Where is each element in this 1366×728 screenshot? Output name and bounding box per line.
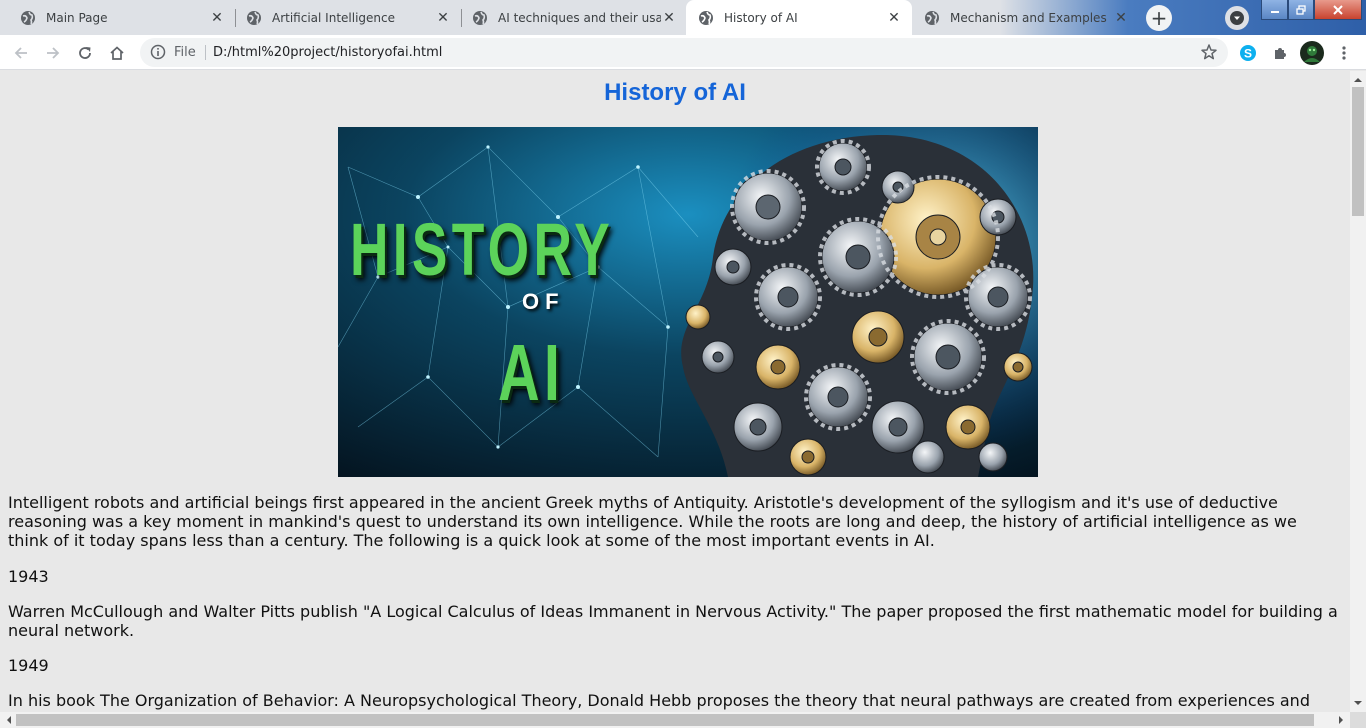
- kebab-menu-icon: [1342, 46, 1346, 60]
- tab-title: Mechanism and Examples: [950, 10, 1107, 25]
- scrollbar-corner: [1350, 712, 1366, 728]
- tab-main-page[interactable]: Main Page ✕: [0, 0, 235, 35]
- tab-history-of-ai[interactable]: History of AI ✕: [686, 0, 912, 35]
- browser-menu-button[interactable]: [1331, 40, 1357, 66]
- forward-button[interactable]: [40, 40, 66, 66]
- extensions-button[interactable]: [1267, 40, 1293, 66]
- event-year: 1943: [8, 567, 49, 586]
- url-text[interactable]: D:/html%20project/historyofai.html: [213, 45, 442, 60]
- scheme-label: File: [174, 45, 196, 60]
- vertical-scroll-thumb[interactable]: [1352, 87, 1364, 216]
- event-description: Warren McCullough and Walter Pitts publi…: [8, 602, 1338, 640]
- browser-toolbar: File D:/html%20project/historyofai.html …: [0, 35, 1366, 70]
- info-icon[interactable]: [150, 44, 166, 60]
- svg-text:S: S: [1244, 47, 1252, 61]
- close-icon[interactable]: ✕: [209, 10, 225, 26]
- globe-icon: [247, 10, 261, 25]
- banner-word-history: HISTORY: [350, 208, 615, 291]
- tab-title: AI techniques and their usage: [498, 10, 661, 25]
- chevron-down-icon: [1230, 11, 1244, 25]
- address-bar[interactable]: File D:/html%20project/historyofai.html: [140, 38, 1228, 67]
- close-icon[interactable]: ✕: [1113, 10, 1129, 26]
- skype-icon: S: [1240, 45, 1256, 61]
- globe-icon: [473, 10, 487, 25]
- new-tab-button[interactable]: +: [1146, 5, 1172, 31]
- forward-arrow-icon: [47, 47, 60, 59]
- event-description: In his book The Organization of Behavior…: [8, 691, 1310, 710]
- globe-icon: [21, 10, 35, 25]
- star-icon[interactable]: [1200, 43, 1218, 61]
- close-icon: [1333, 4, 1343, 15]
- minimize-icon: [1270, 10, 1279, 13]
- tab-title: Artificial Intelligence: [272, 10, 395, 25]
- maximize-button[interactable]: [1288, 0, 1314, 20]
- history-of-ai-banner-image: HISTORY OF AI: [338, 127, 1038, 477]
- banner-word-of: OF: [522, 289, 565, 314]
- home-icon: [110, 46, 124, 60]
- page-title: History of AI: [604, 79, 746, 106]
- reload-icon: [79, 47, 91, 59]
- event-year: 1949: [8, 656, 49, 675]
- scroll-right-arrow-icon[interactable]: [1334, 712, 1348, 728]
- intro-paragraph: Intelligent robots and artificial beings…: [8, 493, 1297, 550]
- banner-word-ai: AI: [498, 328, 565, 417]
- skype-extension[interactable]: S: [1235, 40, 1261, 66]
- close-icon[interactable]: ✕: [661, 10, 677, 26]
- tab-title: Main Page: [46, 10, 108, 25]
- address-divider: [205, 45, 206, 60]
- tab-strip: Main Page ✕ Artificial Intelligence ✕ AI…: [0, 0, 1366, 35]
- reload-button[interactable]: [72, 40, 98, 66]
- back-arrow-icon: [14, 47, 27, 59]
- extensions-puzzle-icon: [1275, 48, 1286, 59]
- scroll-up-arrow-icon[interactable]: [1350, 73, 1366, 87]
- tab-search-button[interactable]: [1225, 6, 1249, 30]
- banner-artwork: [338, 127, 1038, 477]
- vertical-scrollbar[interactable]: [1350, 71, 1366, 712]
- scroll-left-arrow-icon[interactable]: [2, 712, 16, 728]
- back-button[interactable]: [8, 40, 34, 66]
- tab-artificial-intelligence[interactable]: Artificial Intelligence ✕: [226, 0, 461, 35]
- restore-icon: [1296, 4, 1306, 15]
- globe-icon: [925, 10, 939, 25]
- close-icon[interactable]: ✕: [886, 10, 902, 26]
- close-icon[interactable]: ✕: [435, 10, 451, 26]
- minimize-button[interactable]: [1261, 0, 1288, 20]
- horizontal-scroll-thumb[interactable]: [16, 714, 1314, 726]
- tab-ai-techniques[interactable]: AI techniques and their usage ✕: [452, 0, 687, 35]
- scroll-down-arrow-icon[interactable]: [1350, 696, 1366, 710]
- profile-button[interactable]: [1299, 40, 1325, 66]
- close-window-button[interactable]: [1314, 0, 1362, 20]
- page-viewport: History of AI HISTORY OF AI Intelligent …: [0, 71, 1350, 712]
- tab-title: History of AI: [724, 10, 798, 25]
- profile-avatar: [1300, 41, 1324, 65]
- home-button[interactable]: [104, 40, 130, 66]
- tab-mechanism-and-examples[interactable]: Mechanism and Examples ✕: [904, 0, 1139, 35]
- globe-icon: [699, 10, 713, 25]
- horizontal-scrollbar[interactable]: [0, 712, 1350, 728]
